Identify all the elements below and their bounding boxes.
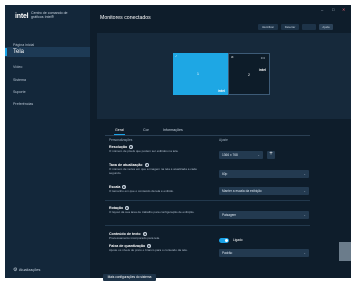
tab-color[interactable]: Cor [143, 128, 149, 132]
resolution-value: 1366 x 768 [222, 153, 238, 157]
updates-link[interactable]: ⚙ Atualizações [13, 267, 40, 273]
section-separator [105, 200, 310, 201]
sidebar-item-label: Vídeo [13, 65, 23, 69]
monitor-1[interactable]: ✓ 1 intel [173, 53, 228, 95]
sidebar-item-video[interactable]: Vídeo [5, 62, 90, 72]
minimize-icon[interactable]: – [321, 7, 323, 12]
chevron-down-icon: ⌄ [303, 251, 306, 255]
monitor-brand: intel [217, 89, 225, 93]
tab-general[interactable]: Geral [115, 128, 124, 132]
sidebar-item-label: Suporte [13, 90, 26, 94]
app-window: intel Centro de comando de gráficos Inte… [5, 5, 351, 278]
detect-button[interactable]: Detectar [281, 24, 299, 30]
app-brand-name: Centro de comando de gráficos Intel® [31, 11, 68, 20]
column-header-right: Ajuste [219, 138, 228, 142]
sidebar-item-preferences[interactable]: Preferências [5, 99, 90, 109]
more-settings-button[interactable]: Mais configurações do sistema [103, 274, 156, 281]
blank-button[interactable] [302, 24, 316, 30]
gear-icon: ⚙ [13, 267, 18, 273]
monitor-brand: intel [258, 68, 266, 72]
close-icon[interactable]: ✕ [342, 7, 345, 12]
more-icon[interactable]: ••• [261, 55, 265, 60]
toggle-knob [225, 239, 228, 242]
quantization-desc: Ajuste os níveis de preto e branco para … [109, 248, 188, 252]
quantization-value: Padrão [222, 251, 233, 255]
page-title: Monitores conectados [100, 15, 151, 21]
chevron-down-icon: ⌄ [303, 213, 306, 217]
rotation-value: Paisagem [222, 213, 237, 217]
sidebar-item-system[interactable]: Sistema [5, 75, 90, 85]
add-resolution-button[interactable]: + [267, 151, 275, 159]
updates-label: Atualizações [18, 268, 41, 272]
refresh-rate-value: 60p [222, 172, 228, 176]
chevron-down-icon: ⌄ [257, 153, 260, 157]
rotation-dropdown[interactable]: Paisagem ⌄ [219, 211, 309, 219]
quantization-dropdown[interactable]: Padrão ⌄ [219, 249, 309, 257]
scale-value: Manter a escala da exibição [222, 189, 262, 193]
content-toggle-label: Ligado [233, 238, 243, 242]
sidebar-item-display[interactable]: Tela [5, 47, 90, 57]
maximize-icon[interactable]: □ [332, 7, 334, 12]
monitor-arrangement-canvas: ✓ 1 intel ⊘ ••• 2 intel [97, 33, 351, 119]
check-icon: ✓ [175, 54, 178, 58]
rotation-desc: O layout da sua área de trabalho para co… [109, 210, 195, 214]
monitor-number: 2 [248, 73, 250, 77]
tab-info[interactable]: Informações [163, 128, 183, 132]
resolution-desc: O número de pixels que podem ser exibido… [109, 149, 179, 153]
scale-dropdown[interactable]: Manter a escala da exibição ⌄ [219, 187, 309, 195]
help-button[interactable]: Ajuda [319, 24, 333, 30]
sidebar-item-support[interactable]: Suporte [5, 87, 90, 97]
section-separator [105, 225, 310, 226]
sidebar-item-label: Preferências [13, 102, 34, 106]
sidebar: intel Centro de comando de gráficos Inte… [5, 5, 90, 278]
monitor-number: 1 [197, 72, 199, 76]
scale-desc: O tamanho em que o conteúdo da tela é ex… [109, 189, 174, 193]
scrollbar-thumb[interactable] [339, 242, 351, 261]
chevron-down-icon: ⌄ [303, 172, 306, 176]
sidebar-item-label: Tela [13, 49, 25, 55]
column-header-left: Personalizações [109, 138, 133, 142]
identify-button[interactable]: Identificar [258, 24, 278, 30]
chevron-down-icon: ⌄ [303, 189, 306, 193]
divider [105, 135, 310, 136]
refresh-rate-dropdown[interactable]: 60p ⌄ [219, 170, 309, 178]
content-desc: Processamento incorporado para tela. [109, 236, 160, 240]
sidebar-item-label: Sistema [13, 78, 26, 82]
content-toggle[interactable] [219, 238, 229, 243]
monitor-2[interactable]: ⊘ ••• 2 intel [228, 53, 270, 95]
disabled-icon: ⊘ [231, 55, 234, 59]
intel-logo: intel [15, 13, 29, 20]
refresh-rate-desc: O número de vezes em que a imagem na tel… [109, 167, 197, 175]
resolution-dropdown[interactable]: 1366 x 768 ⌄ [219, 151, 263, 159]
